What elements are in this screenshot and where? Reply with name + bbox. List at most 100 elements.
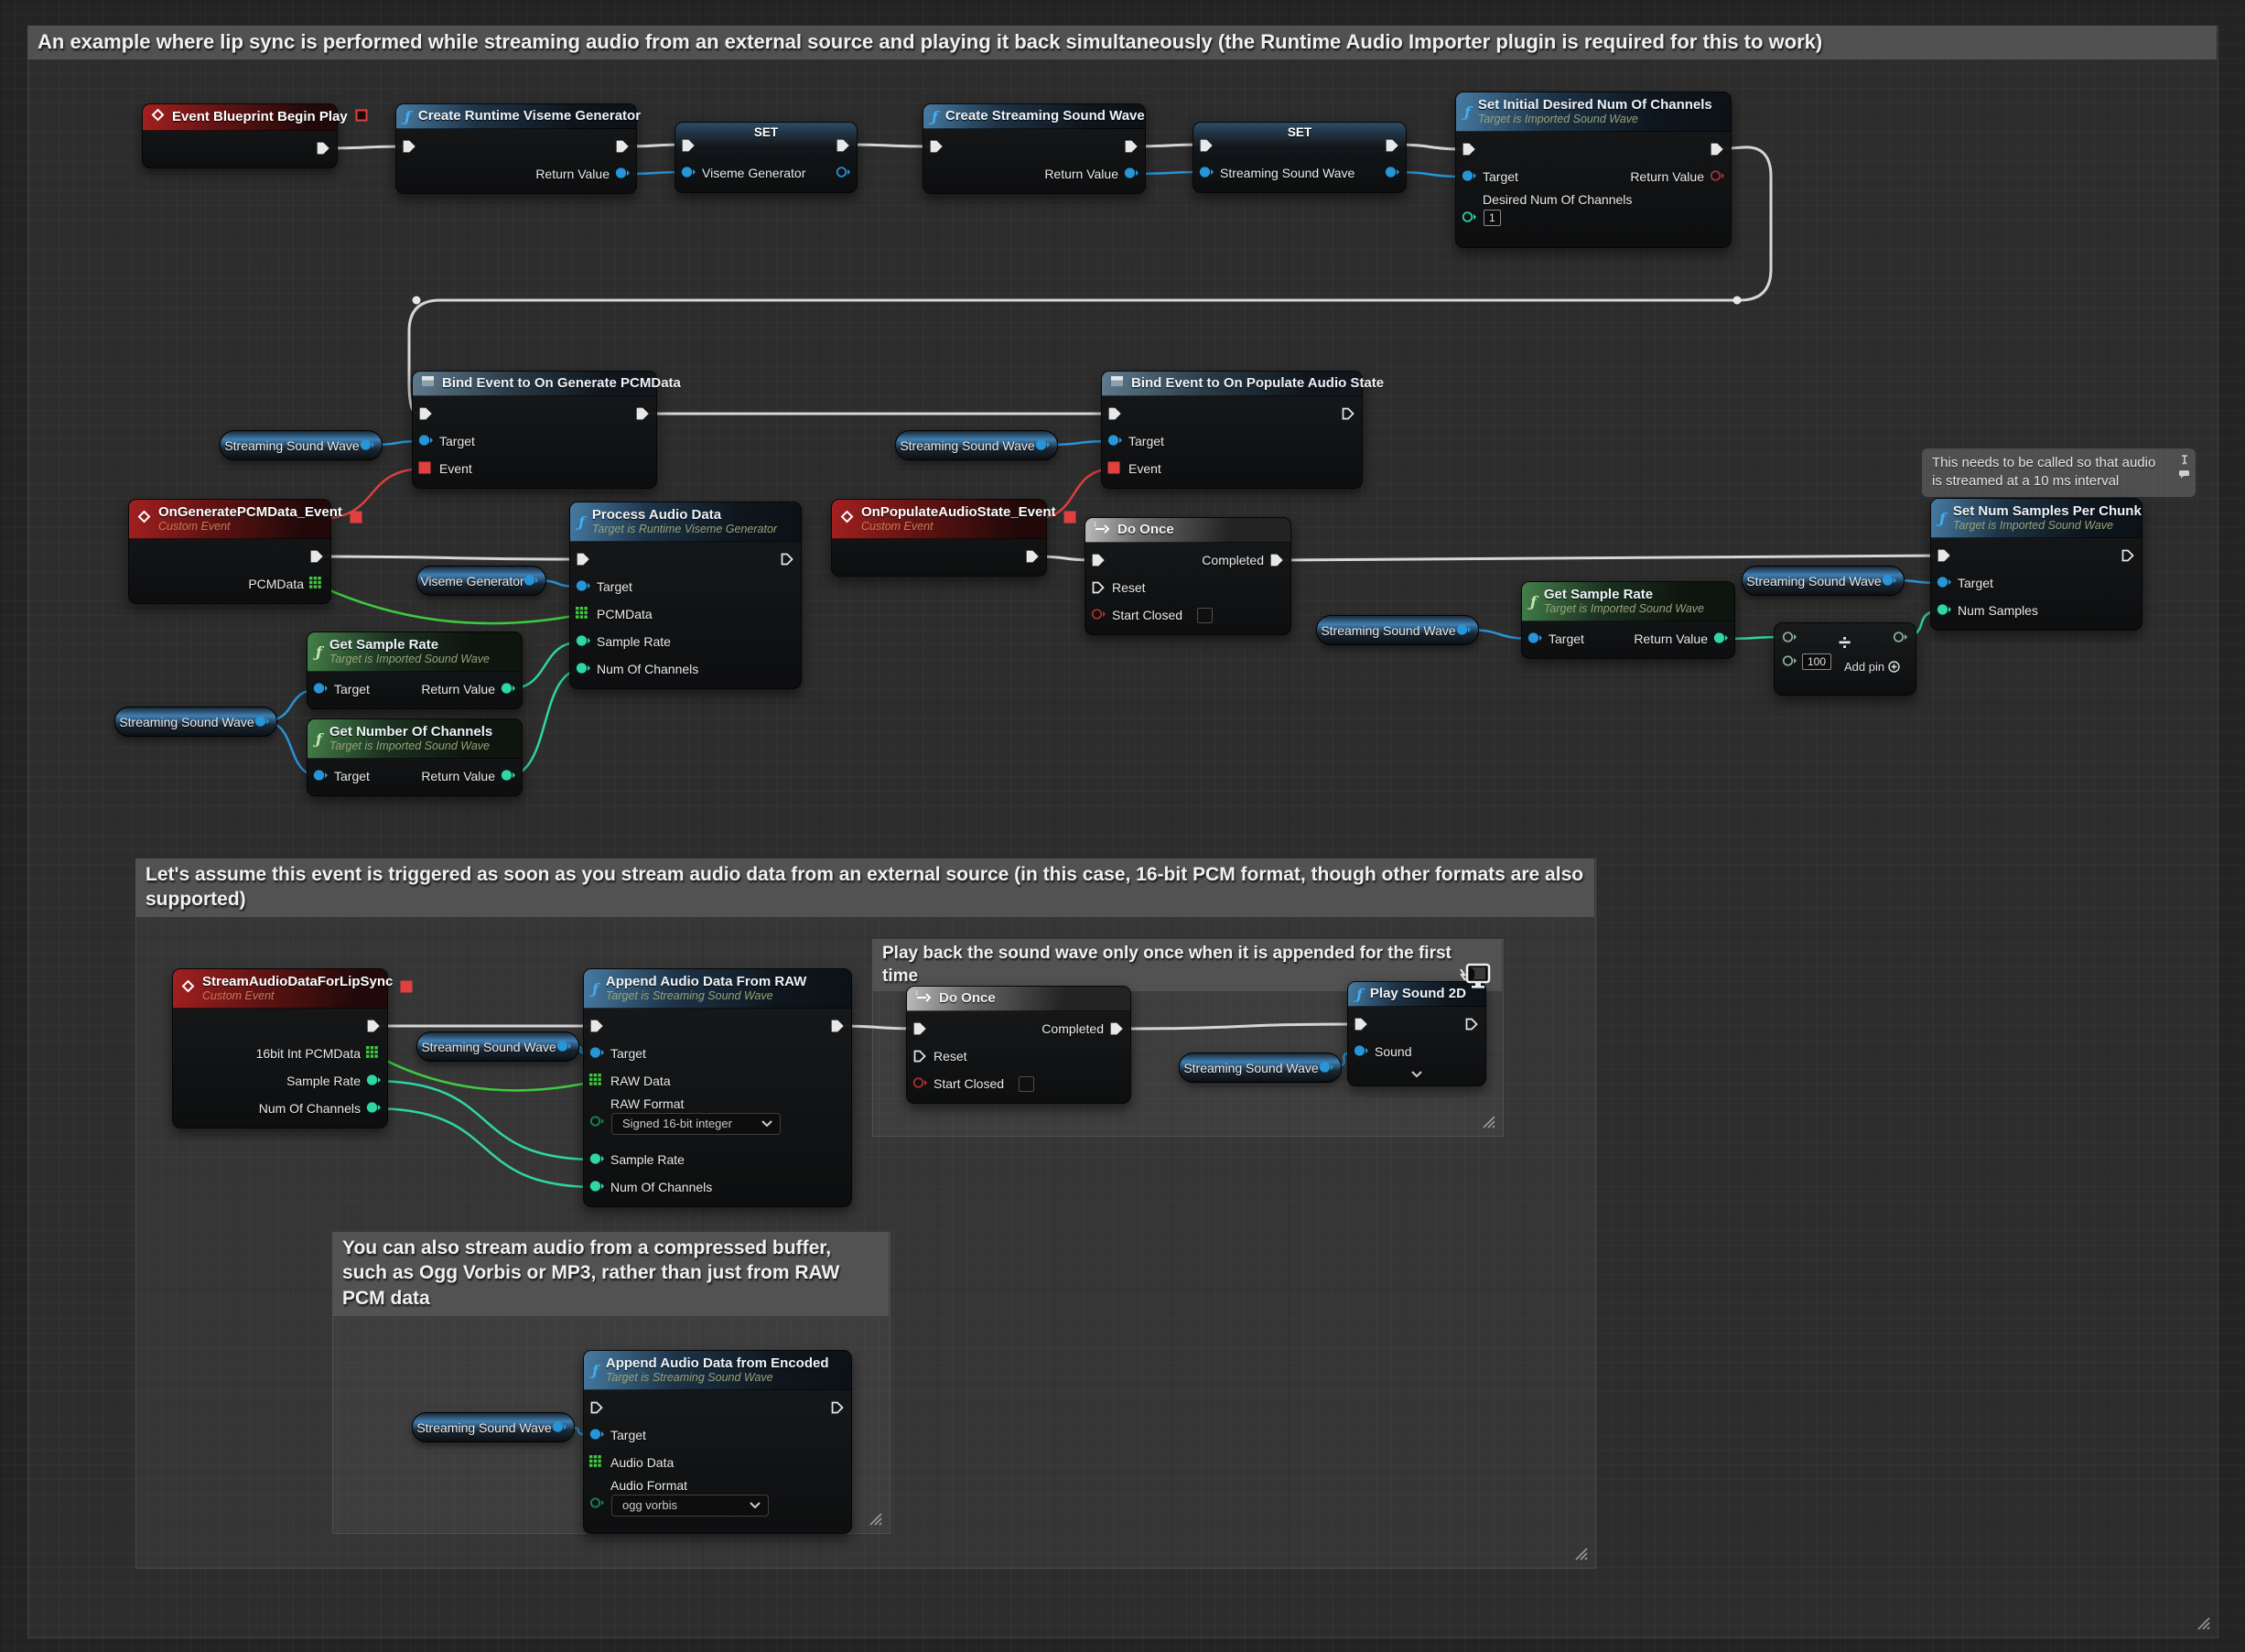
do2[interactable]: 1Do OnceCompletedResetStart Closed: [906, 986, 1131, 1104]
variable-get-streaming-sound-wave[interactable]: Streaming Sound Wave: [895, 430, 1058, 460]
num-of-channels-pin[interactable]: [589, 1180, 605, 1194]
exec-out-pin[interactable]: [1124, 139, 1139, 154]
variable-get-streaming-sound-wave[interactable]: Streaming Sound Wave: [416, 1031, 579, 1062]
blueprint-graph-canvas[interactable]: An example where lip sync is performed w…: [0, 0, 2245, 1652]
exec-in-pin[interactable]: [576, 552, 591, 567]
exec-out-pin[interactable]: [1464, 1017, 1480, 1031]
variable-get-streaming-sound-wave[interactable]: Streaming Sound Wave: [1742, 566, 1905, 596]
do1[interactable]: 1Do OnceCompletedResetStart Closed: [1085, 517, 1291, 635]
exec-out-pin[interactable]: [836, 138, 851, 153]
exec-out-pin[interactable]: [635, 406, 651, 421]
exec-in-pin[interactable]: [402, 139, 417, 154]
target-pin[interactable]: [313, 682, 329, 696]
cssw[interactable]: ƒCreate Streaming Sound WaveReturn Value: [923, 103, 1146, 194]
exec-out-pin[interactable]: [1385, 138, 1400, 153]
variable-get-streaming-sound-wave[interactable]: Streaming Sound Wave: [1316, 615, 1479, 645]
viseme-generator-pin[interactable]: [681, 166, 696, 180]
value-input[interactable]: 100: [1802, 653, 1831, 670]
return-value-pin[interactable]: [501, 682, 516, 696]
exec-in-pin[interactable]: [1199, 138, 1214, 153]
snspc[interactable]: ƒSet Num Samples Per ChunkTarget is Impo…: [1930, 498, 2142, 631]
variable-output-pin[interactable]: [1319, 1061, 1334, 1075]
exec-out-pin[interactable]: [309, 549, 325, 564]
pcmdata-pin[interactable]: [576, 607, 591, 621]
reset-pin[interactable]: [912, 1049, 928, 1064]
stream[interactable]: StreamAudioDataForLipSyncCustom Event16b…: [172, 968, 388, 1128]
event-pin[interactable]: [418, 461, 434, 476]
exec-in-pin[interactable]: [589, 1019, 605, 1033]
num-of-channels-pin[interactable]: [576, 662, 591, 676]
variable-output-pin[interactable]: [556, 1040, 572, 1054]
exec-in-pin[interactable]: [1091, 553, 1106, 567]
target-pin[interactable]: [1107, 434, 1123, 448]
pcmdata-pin[interactable]: [309, 577, 325, 591]
bp[interactable]: Event Blueprint Begin Play: [142, 103, 338, 168]
expand-pins-chevron-icon[interactable]: [1411, 1066, 1422, 1083]
gnoc[interactable]: ƒGet Number Of ChannelsTarget is Importe…: [307, 718, 523, 796]
exec-out-pin[interactable]: [615, 139, 631, 154]
variable-output-pin[interactable]: [523, 574, 539, 588]
sample-rate-pin[interactable]: [366, 1074, 382, 1088]
raw-format-dropdown[interactable]: Signed 16-bit integer: [611, 1113, 781, 1135]
comment-assume-header[interactable]: Let's assume this event is triggered as …: [135, 858, 1594, 917]
add-pin-button[interactable]: Add pin: [1844, 660, 1900, 674]
variable-output-pin[interactable]: [1035, 438, 1051, 453]
aenc[interactable]: ƒAppend Audio Data from EncodedTarget is…: [583, 1350, 852, 1534]
16bit-int-pcmdata-pin[interactable]: [366, 1046, 382, 1061]
streaming-sound-wave-pin[interactable]: [1199, 166, 1214, 180]
exec-out-pin[interactable]: [366, 1019, 382, 1033]
exec-in-pin[interactable]: [681, 138, 696, 153]
setvg[interactable]: SETViseme Generator: [675, 122, 858, 193]
exec-in-pin[interactable]: [929, 139, 944, 154]
target-pin[interactable]: [589, 1046, 605, 1061]
delegate-pin[interactable]: [355, 109, 368, 126]
ps2d[interactable]: ƒPlay Sound 2DSound: [1347, 981, 1486, 1086]
exec-in-pin[interactable]: [1107, 406, 1123, 421]
crvg[interactable]: ƒCreate Runtime Viseme GeneratorReturn V…: [395, 103, 637, 194]
variable-output-pin[interactable]: [552, 1420, 567, 1435]
exec-in-pin[interactable]: [418, 406, 434, 421]
variable-output-pin[interactable]: [254, 715, 270, 729]
audio-format-dropdown[interactable]: ogg vorbis: [611, 1495, 769, 1517]
setssw[interactable]: SETStreaming Sound Wave: [1193, 122, 1407, 193]
exec-in-pin[interactable]: [912, 1021, 928, 1036]
delegate-pin[interactable]: [1063, 511, 1076, 528]
raw-format-pin[interactable]: [589, 1115, 605, 1129]
value-input[interactable]: 1: [1484, 210, 1501, 226]
return-value-pin[interactable]: [1710, 169, 1725, 184]
event-pin[interactable]: [1107, 461, 1123, 476]
variable-output-pin[interactable]: [1882, 574, 1897, 588]
variable-output-pin[interactable]: [360, 438, 375, 453]
comment-resize-handle[interactable]: [1482, 1115, 1495, 1128]
completed-pin[interactable]: [1269, 553, 1285, 567]
exec-out-pin[interactable]: [780, 552, 795, 567]
comment-resize-handle[interactable]: [1574, 1547, 1588, 1560]
bindgen[interactable]: Bind Event to On Generate PCMDataTargetE…: [412, 371, 657, 489]
exec-in-pin[interactable]: [1354, 1017, 1369, 1031]
desired-num-of-channels-pin[interactable]: [1462, 211, 1477, 225]
start-closed-pin[interactable]: [912, 1076, 928, 1091]
evtpop[interactable]: OnPopulateAudioState_EventCustom Event: [831, 499, 1047, 577]
comment-main-header[interactable]: An example where lip sync is performed w…: [27, 26, 2217, 59]
exec-out-pin[interactable]: [1025, 549, 1041, 564]
audio-data-pin[interactable]: [589, 1455, 605, 1470]
variable-get-streaming-sound-wave[interactable]: Streaming Sound Wave: [1179, 1053, 1342, 1083]
reset-pin[interactable]: [1091, 580, 1106, 595]
num-samples-pin[interactable]: [1937, 603, 1952, 618]
divide-input-b-pin[interactable]: [1782, 654, 1797, 672]
divide-output-pin[interactable]: [1893, 631, 1908, 648]
gsr2[interactable]: ƒGet Sample RateTarget is Imported Sound…: [1521, 581, 1735, 659]
comment-compressed-header[interactable]: You can also stream audio from a compres…: [332, 1232, 889, 1316]
raw-data-pin[interactable]: [589, 1074, 605, 1088]
araw[interactable]: ƒAppend Audio Data From RAWTarget is Str…: [583, 968, 852, 1207]
start-closed-checkbox[interactable]: [1197, 608, 1213, 623]
exec-in-pin[interactable]: [589, 1400, 605, 1415]
exec-out-pin[interactable]: [2121, 548, 2136, 563]
variable-get-streaming-sound-wave[interactable]: Streaming Sound Wave: [412, 1412, 575, 1442]
bindpop[interactable]: Bind Event to On Populate Audio StateTar…: [1101, 371, 1363, 489]
exec-out-pin[interactable]: [830, 1019, 846, 1033]
target-pin[interactable]: [589, 1428, 605, 1442]
gsr1[interactable]: ƒGet Sample RateTarget is Imported Sound…: [307, 632, 523, 709]
variable-output-pin[interactable]: [1456, 623, 1472, 638]
variable-get-streaming-sound-wave[interactable]: Streaming Sound Wave: [114, 707, 277, 737]
